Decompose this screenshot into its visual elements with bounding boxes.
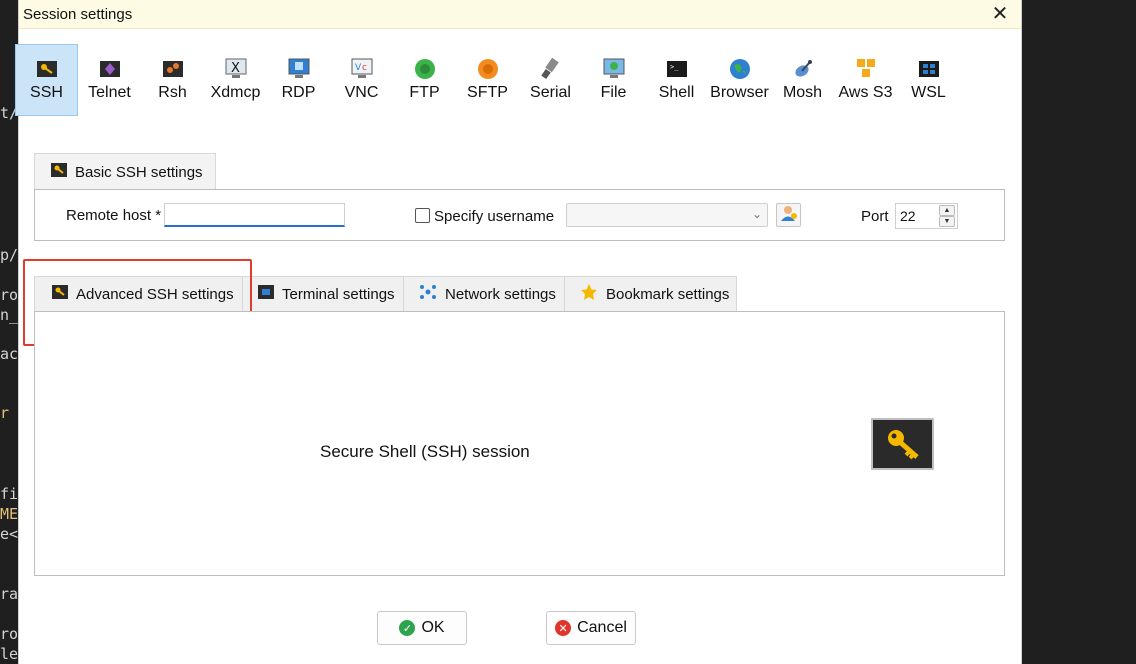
telnet-icon: [98, 57, 122, 81]
cancel-label: Cancel: [577, 619, 627, 636]
session-type-label: Browser: [710, 84, 769, 101]
tab-network-settings[interactable]: Network settings: [403, 276, 565, 312]
terminal-line: le: [0, 645, 19, 663]
check-icon: ✓: [399, 620, 416, 636]
terminal-line: fi: [0, 485, 19, 503]
spin-down-icon[interactable]: ▼: [939, 216, 955, 227]
close-icon[interactable]: ✕: [989, 3, 1011, 25]
session-type-label: Aws S3: [838, 84, 893, 101]
terminal-line: ac: [0, 345, 19, 363]
svg-text:>_: >_: [670, 63, 679, 71]
file-icon: [602, 57, 626, 81]
session-type-telnet[interactable]: Telnet: [78, 44, 141, 116]
session-type-ftp[interactable]: FTP: [393, 44, 456, 116]
session-type-label: WSL: [911, 84, 946, 101]
basic-settings-panel: Remote host * Specify username ⌄ Port 22…: [34, 189, 1005, 241]
remote-host-input[interactable]: [164, 203, 345, 227]
session-type-label: Telnet: [88, 84, 131, 101]
session-type-label: Rsh: [158, 84, 187, 101]
terminal-line: ro: [0, 286, 19, 304]
tab-terminal-settings[interactable]: Terminal settings: [242, 276, 404, 312]
key-icon: [51, 162, 67, 182]
session-type-rdp[interactable]: RDP: [267, 44, 330, 116]
svg-text:c: c: [362, 63, 367, 73]
shell-icon: >_: [665, 57, 689, 81]
port-spinbox[interactable]: 22 ▲ ▼: [895, 203, 958, 229]
terminal-line: ro: [0, 625, 19, 643]
session-type-serial[interactable]: Serial: [519, 44, 582, 116]
session-type-ssh[interactable]: SSH: [15, 44, 78, 116]
session-type-xdmcp[interactable]: X Xdmcp: [204, 44, 267, 116]
xdmcp-icon: X: [224, 57, 248, 81]
key-icon: [871, 418, 934, 470]
session-type-rsh[interactable]: Rsh: [141, 44, 204, 116]
session-type-toolbar: SSH Telnet Rsh X Xdmcp RDP Vc VNC FTP SF…: [15, 44, 960, 116]
tab-label: Bookmark settings: [606, 286, 730, 303]
terminal-line: n_: [0, 306, 19, 324]
mosh-icon: [791, 57, 815, 81]
terminal-line: p/: [0, 246, 19, 264]
port-value: 22: [900, 208, 916, 224]
chevron-down-icon: ⌄: [751, 207, 762, 221]
spin-up-icon[interactable]: ▲: [939, 205, 955, 216]
aws-s3-icon: [854, 57, 878, 81]
session-description-panel: Secure Shell (SSH) session: [34, 311, 1005, 576]
session-type-label: Shell: [658, 84, 695, 101]
title-bar: Session settings ✕: [19, 0, 1021, 29]
ok-label: OK: [421, 619, 445, 636]
terminal-icon: [258, 285, 274, 304]
session-type-vnc[interactable]: Vc VNC: [330, 44, 393, 116]
tab-basic-ssh-settings[interactable]: Basic SSH settings: [34, 153, 216, 190]
cancel-icon: ✕: [555, 620, 572, 636]
terminal-line: e<: [0, 525, 19, 543]
session-type-aws-s3[interactable]: Aws S3: [834, 44, 897, 116]
ftp-icon: [413, 57, 437, 81]
dialog-title: Session settings: [23, 6, 133, 23]
specify-username-checkbox[interactable]: [415, 208, 430, 223]
browser-icon: [728, 57, 752, 81]
wsl-icon: [917, 57, 941, 81]
session-type-label: SSH: [30, 84, 63, 101]
session-type-label: Xdmcp: [210, 84, 261, 101]
sftp-icon: [476, 57, 500, 81]
serial-icon: [539, 57, 563, 81]
session-type-mosh[interactable]: Mosh: [771, 44, 834, 116]
session-type-shell[interactable]: >_ Shell: [645, 44, 708, 116]
cancel-button[interactable]: ✕ Cancel: [546, 611, 636, 645]
tab-label: Terminal settings: [282, 286, 395, 303]
terminal-line: ME: [0, 505, 19, 523]
ok-button[interactable]: ✓ OK: [377, 611, 467, 645]
svg-text:X: X: [231, 61, 240, 76]
username-combobox[interactable]: ⌄: [566, 203, 768, 227]
terminal-line: r: [0, 404, 10, 422]
rdp-icon: [287, 57, 311, 81]
user-icon: [780, 205, 798, 226]
session-type-label: VNC: [344, 84, 379, 101]
session-type-sftp[interactable]: SFTP: [456, 44, 519, 116]
session-type-label: Mosh: [782, 84, 823, 101]
tab-label: Basic SSH settings: [75, 163, 203, 181]
session-type-label: RDP: [281, 84, 316, 101]
tab-bookmark-settings[interactable]: Bookmark settings: [564, 276, 737, 312]
svg-text:V: V: [355, 63, 362, 73]
specify-username-label[interactable]: Specify username: [434, 208, 554, 225]
session-type-file[interactable]: File: [582, 44, 645, 116]
ssh-key-icon: [35, 57, 59, 81]
network-icon: [419, 283, 437, 306]
session-description: Secure Shell (SSH) session: [320, 442, 530, 461]
session-type-browser[interactable]: Browser: [708, 44, 771, 116]
terminal-line: ra: [0, 585, 19, 603]
vnc-icon: Vc: [350, 57, 374, 81]
port-label: Port: [861, 208, 889, 225]
user-manager-button[interactable]: [776, 203, 801, 227]
remote-host-label: Remote host *: [66, 207, 162, 224]
star-icon: [580, 283, 598, 306]
session-type-label: File: [600, 84, 627, 101]
session-type-label: FTP: [409, 84, 440, 101]
session-type-label: Serial: [530, 84, 571, 101]
rsh-icon: [161, 57, 185, 81]
session-type-wsl[interactable]: WSL: [897, 44, 960, 116]
tab-label: Network settings: [445, 286, 556, 303]
session-type-label: SFTP: [467, 84, 508, 101]
